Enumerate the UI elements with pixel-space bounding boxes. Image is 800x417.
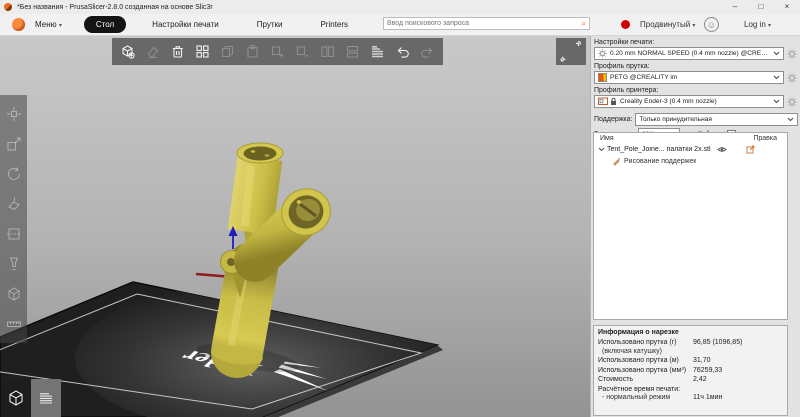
split-to-objects-icon: [315, 38, 340, 65]
filament-color-swatch: [598, 73, 607, 82]
print-profile-dropdown[interactable]: 0.20 mm NORMAL SPEED (0.4 mm nozzle) @CR…: [594, 47, 784, 60]
object-list-edit-header: Правка: [753, 135, 777, 142]
brush-icon: [613, 157, 621, 166]
tree-collapse-icon[interactable]: [598, 147, 605, 152]
3d-viewport[interactable]: Ender: [0, 36, 590, 417]
support-paint-label: Рисование поддержек: [624, 158, 697, 165]
menubar: Меню ▾ Стол Настройки печати Прутки Prin…: [0, 14, 800, 36]
chevron-down-icon: [787, 117, 794, 122]
printer-settings-gear-button[interactable]: [786, 96, 798, 108]
eye-icon[interactable]: [716, 146, 727, 153]
printer-icon: [598, 97, 608, 105]
slice-info-row: Расчётное время печати: - нормальный режи…: [598, 385, 723, 402]
lock-icon: [611, 97, 616, 105]
top-toolbar: [112, 38, 443, 65]
cut-icon[interactable]: [0, 219, 27, 249]
prusa-logo-icon: [12, 18, 25, 31]
mode-selector[interactable]: Продвинутый ▾: [640, 20, 695, 29]
edit-icon[interactable]: [746, 145, 755, 154]
support-label: Поддержка:: [594, 116, 633, 123]
delete-all-icon[interactable]: [165, 38, 190, 65]
object-name[interactable]: Tent_Pole_Joine... палатки 2x.stl: [607, 146, 711, 153]
chevron-down-icon: [773, 99, 780, 104]
split-to-parts-icon: [340, 38, 365, 65]
redo-icon: [415, 38, 440, 65]
search-icon[interactable]: ⌕: [582, 18, 589, 29]
printer-label: Профиль принтера:: [594, 87, 659, 94]
paste-icon: [240, 38, 265, 65]
print-settings-label: Настройки печати:: [594, 39, 655, 46]
view-toggle: [1, 379, 61, 417]
chevron-down-icon: ▾: [58, 23, 62, 29]
object-row[interactable]: Tent_Pole_Joine... палатки 2x.stl: [594, 143, 787, 155]
filament-settings-gear-button[interactable]: [786, 72, 798, 84]
slice-info-row: Использовано прутка (мм³) 76259,33: [598, 366, 723, 374]
support-dropdown[interactable]: Только принудительная: [635, 113, 798, 126]
minimize-button[interactable]: –: [722, 0, 748, 14]
tab-filaments[interactable]: Прутки: [245, 16, 295, 33]
add-object-icon[interactable]: [115, 38, 140, 65]
tab-print-settings[interactable]: Настройки печати: [140, 16, 231, 33]
object-list: Имя Правка Tent_Pole_Joine... палатки 2x…: [593, 132, 788, 320]
move-icon[interactable]: [0, 99, 27, 129]
printer-profile-dropdown[interactable]: Creality Ender-3 (0.4 mm nozzle): [594, 95, 784, 108]
remove-instance-icon: [290, 38, 315, 65]
slice-info-title: Информация о нарезке: [598, 329, 679, 336]
slice-info-row: Использовано прутка (м) 31,70: [598, 357, 711, 364]
maximize-button[interactable]: □: [748, 0, 774, 14]
undo-icon[interactable]: [390, 38, 415, 65]
slice-info-panel: Информация о нарезке Использовано прутка…: [593, 325, 788, 416]
filament-used-g-value: 96,85 (1096,85): [693, 339, 743, 346]
sidebar: Настройки печати: 0.20 mm NORMAL SPEED (…: [590, 36, 800, 417]
search-input[interactable]: [384, 20, 582, 27]
chevron-left-icon: «: [556, 53, 569, 66]
slice-info-row: Использовано прутка (г) (включая катушку)…: [598, 339, 743, 355]
delete-object-icon: [140, 38, 165, 65]
chevron-down-icon: [773, 75, 780, 80]
preview-view-button[interactable]: [31, 379, 61, 417]
add-instance-icon: [265, 38, 290, 65]
login-button[interactable]: Log in ▾: [744, 20, 771, 29]
app-logo-icon: [4, 3, 12, 11]
place-on-face-icon[interactable]: [0, 189, 27, 219]
slice-info-row: Стоимость 2,42: [598, 376, 707, 383]
print-settings-gear-button[interactable]: [786, 48, 798, 60]
print-time-value: 11ч 1мин: [693, 394, 723, 401]
account-icon[interactable]: ☺: [704, 17, 719, 32]
notification-dot-icon: [621, 20, 630, 29]
chevron-down-icon: [773, 51, 780, 56]
measure-icon[interactable]: [0, 309, 27, 339]
arrange-icon[interactable]: [190, 38, 215, 65]
rotate-icon[interactable]: [0, 159, 27, 189]
close-button[interactable]: ×: [774, 0, 800, 14]
scene: Ender: [0, 36, 590, 417]
3d-editor-view-button[interactable]: [1, 379, 31, 417]
copy-icon: [215, 38, 240, 65]
paint-on-supports-icon[interactable]: [0, 249, 27, 279]
chevron-down-icon: ▾: [692, 23, 696, 29]
filament-used-m-value: 31,70: [693, 357, 711, 364]
left-toolbar: [0, 95, 27, 343]
collapse-sidebar-button[interactable]: » «: [556, 38, 586, 65]
prusaslicer-window: *Без названия - PrusaSlicer-2.8.0 создан…: [0, 0, 800, 417]
fuzzy-skin-icon[interactable]: [0, 279, 27, 309]
filament-used-mm3-value: 76259,33: [693, 366, 723, 374]
chevron-right-icon: »: [573, 37, 586, 50]
variable-layer-height-icon[interactable]: [365, 38, 390, 65]
tab-plater[interactable]: Стол: [83, 16, 127, 33]
object-list-name-header: Имя: [600, 135, 614, 142]
support-paint-row[interactable]: Рисование поддержек: [594, 155, 787, 167]
filament-label: Профиль прутка:: [594, 63, 650, 70]
chevron-down-icon: ▾: [768, 23, 772, 29]
menu-dropdown[interactable]: Меню ▾: [35, 20, 62, 29]
search-box[interactable]: ⌕: [383, 17, 590, 30]
filament-profile-dropdown[interactable]: PETG @CREALITY im: [594, 71, 784, 84]
tab-printers[interactable]: Printers: [308, 16, 360, 33]
window-title: *Без названия - PrusaSlicer-2.8.0 создан…: [17, 3, 213, 11]
scale-icon[interactable]: [0, 129, 27, 159]
profile-gear-icon: [598, 49, 607, 58]
titlebar: *Без названия - PrusaSlicer-2.8.0 создан…: [0, 0, 800, 14]
cost-value: 2,42: [693, 376, 707, 383]
